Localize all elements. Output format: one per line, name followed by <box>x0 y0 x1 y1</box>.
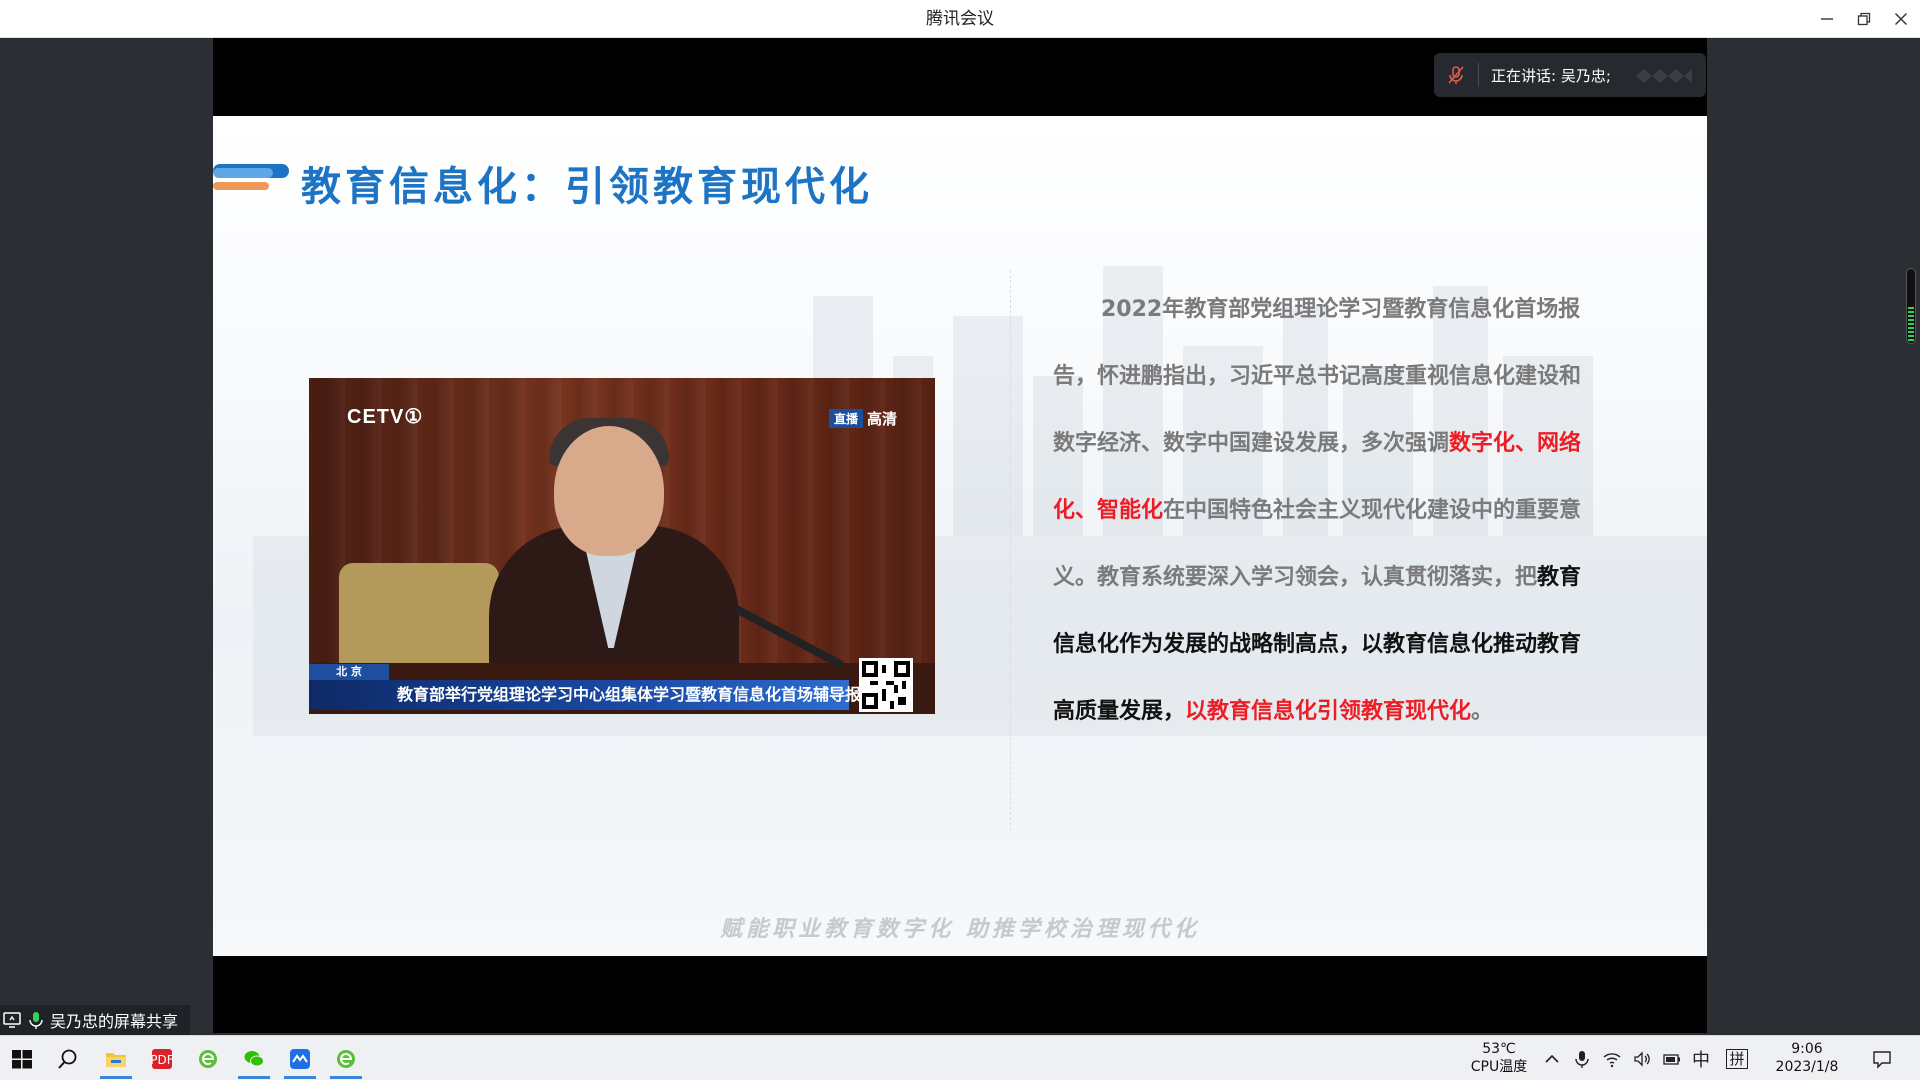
search-icon <box>58 1049 77 1069</box>
restore-button[interactable] <box>1846 0 1882 38</box>
qr-code-icon <box>859 658 913 712</box>
windows-logo-icon <box>12 1049 32 1068</box>
microphone-icon <box>1575 1050 1589 1068</box>
notification-center-button[interactable] <box>1864 1036 1900 1080</box>
slide-paragraph: 2022年教育部党组理论学习暨教育信息化首场报告，怀进鹏指出，习近平总书记高度重… <box>1053 276 1593 745</box>
ime-mode-button[interactable]: 拼 <box>1724 1036 1750 1080</box>
screen-share-icon <box>3 1012 21 1028</box>
window-title: 腾讯会议 <box>926 9 994 29</box>
cpu-temperature[interactable]: 53℃ CPU温度 <box>1464 1040 1534 1076</box>
speaking-label: 正在讲话: 吴乃忠; <box>1491 66 1611 85</box>
share-label: 吴乃忠的屏幕共享 <box>50 1012 179 1031</box>
volume-level <box>1908 307 1914 341</box>
ime-mode-label: 拼 <box>1726 1048 1748 1069</box>
clock-date: 2023/1/8 <box>1775 1059 1839 1075</box>
ime-language-button[interactable]: 中 <box>1688 1036 1714 1080</box>
browser-button-2[interactable] <box>324 1036 368 1080</box>
audio-wave-icon <box>1636 69 1692 83</box>
speaker-head <box>554 426 664 556</box>
clock-time: 9:06 <box>1791 1041 1823 1057</box>
tencent-meeting-icon <box>290 1048 310 1069</box>
notification-icon <box>1873 1050 1891 1069</box>
screen-share-banner[interactable]: 吴乃忠的屏幕共享 <box>0 1005 190 1035</box>
live-badge: 直播 高清 <box>828 408 897 429</box>
temperature-value: 53℃ <box>1482 1041 1516 1057</box>
channel-logo: CETV① <box>347 406 424 428</box>
restore-icon <box>1857 12 1871 26</box>
battery-button[interactable] <box>1660 1036 1684 1080</box>
network-button[interactable] <box>1600 1036 1624 1080</box>
wechat-button[interactable] <box>232 1036 276 1080</box>
clock[interactable]: 9:06 2023/1/8 <box>1766 1040 1848 1076</box>
highlight-text: 以教育信息化引领教育现代化 <box>1185 699 1472 724</box>
window-titlebar: 腾讯会议 <box>0 0 1920 38</box>
temperature-label: CPU温度 <box>1470 1059 1528 1075</box>
microphone-icon <box>29 1012 43 1029</box>
divider-line <box>1010 270 1011 830</box>
browser-icon <box>337 1049 355 1068</box>
close-button[interactable] <box>1883 0 1919 38</box>
folder-icon <box>106 1052 126 1067</box>
wifi-icon <box>1603 1052 1621 1067</box>
svg-text:PDF: PDF <box>150 1053 173 1067</box>
start-button[interactable] <box>0 1036 44 1080</box>
tray-expand-button[interactable] <box>1540 1036 1564 1080</box>
tencent-meeting-button[interactable] <box>278 1036 322 1080</box>
volume-meter[interactable] <box>1906 268 1916 344</box>
wechat-icon <box>244 1050 264 1066</box>
chevron-up-icon <box>1545 1054 1559 1063</box>
tray-microphone-button[interactable] <box>1570 1036 1594 1080</box>
red-app-icon: PDF <box>150 1048 174 1069</box>
paragraph-text: 。 <box>1471 699 1494 724</box>
live-tag: 直播 <box>828 409 863 428</box>
speaker-icon <box>1634 1050 1650 1067</box>
speaking-indicator: 正在讲话: 吴乃忠; <box>1434 53 1706 97</box>
browser-button[interactable] <box>186 1036 230 1080</box>
minimize-button[interactable] <box>1809 0 1845 38</box>
slide-footer-slogan: 赋能职业教育数字化 助推学校治理现代化 <box>720 916 1200 942</box>
browser-icon <box>199 1049 217 1068</box>
close-icon <box>1895 13 1907 25</box>
minimize-icon <box>1821 18 1833 20</box>
battery-icon <box>1663 1053 1680 1065</box>
slide-title: 教育信息化：引领教育现代化 <box>301 164 873 210</box>
news-video-still: CETV① 直播 高清 北 京 教育部举行党组理论学习中心组集体学习暨教育信息化… <box>309 378 935 714</box>
app-button-red[interactable]: PDF <box>140 1036 184 1080</box>
mic-muted-icon <box>1434 53 1478 97</box>
location-tag: 北 京 <box>309 664 389 680</box>
volume-button[interactable] <box>1630 1036 1654 1080</box>
news-ticker: 教育部举行党组理论学习中心组集体学习暨教育信息化首场辅导报告会 <box>309 680 893 710</box>
title-decoration <box>213 164 289 190</box>
file-explorer-button[interactable] <box>94 1036 138 1080</box>
windows-taskbar: PDF 53℃ CPU温度 中 拼 9:06 2023/1/8 <box>0 1035 1920 1080</box>
search-button[interactable] <box>46 1036 90 1080</box>
hd-tag: 高清 <box>866 410 897 428</box>
presentation-slide: 教育信息化：引领教育现代化 CETV① 直播 高清 北 京 教育部举行党组理论学… <box>213 116 1707 956</box>
